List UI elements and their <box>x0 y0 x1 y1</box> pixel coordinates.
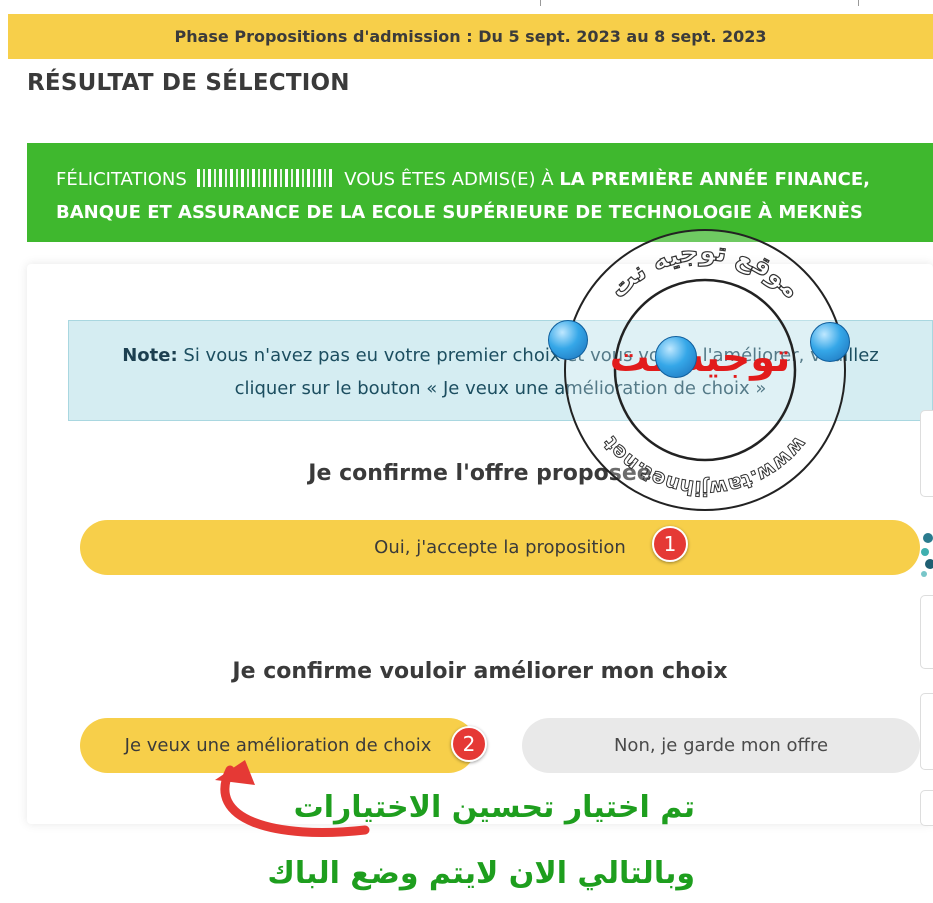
step-badge-1: 1 <box>652 526 688 562</box>
keep-offer-button[interactable]: Non, je garde mon offre <box>522 718 920 773</box>
improve-choice-heading: Je confirme vouloir améliorer mon choix <box>232 659 728 684</box>
side-panel-tab[interactable] <box>920 790 933 826</box>
success-middle: VOUS ÊTES ADMIS(E) À <box>344 169 554 190</box>
top-tick <box>858 0 859 6</box>
side-dots-graphic <box>921 533 933 577</box>
side-panel-tab[interactable] <box>920 693 933 770</box>
step-badge-2: 2 <box>451 726 487 762</box>
top-strip <box>0 0 933 14</box>
phase-banner: Phase Propositions d'admission : Du 5 se… <box>8 14 933 59</box>
side-panel-tab[interactable] <box>920 595 933 669</box>
watermark-globe-icon <box>548 320 588 360</box>
keep-offer-label: Non, je garde mon offre <box>613 735 829 756</box>
top-tick <box>540 0 541 6</box>
watermark-globe-icon <box>655 336 697 378</box>
side-panel-tab[interactable] <box>920 410 933 497</box>
note-label: Note: <box>122 345 178 366</box>
success-prefix: FÉLICITATIONS <box>56 169 187 190</box>
masked-student-name <box>196 169 335 187</box>
accept-proposition-label: Oui, j'accepte la proposition <box>374 537 626 558</box>
annotation-line-1: تم اختيار تحسين الاختيارات <box>293 790 695 825</box>
note-text: Si vous n'avez pas eu votre premier choi… <box>183 345 879 399</box>
success-banner: FÉLICITATIONS VOUS ÊTES ADMIS(E) À LA PR… <box>27 143 933 242</box>
accept-proposition-button[interactable]: Oui, j'accepte la proposition <box>80 520 920 575</box>
annotation-line-2: وبالتالي الان لايتم وضع الباك <box>267 856 695 891</box>
phase-banner-text: Phase Propositions d'admission : Du 5 se… <box>174 27 767 46</box>
watermark-globe-icon <box>810 322 850 362</box>
note-box: Note: Si vous n'avez pas eu votre premie… <box>68 320 933 421</box>
confirm-offer-heading: Je confirme l'offre proposée <box>308 461 652 486</box>
page-title: RÉSULTAT DE SÉLECTION <box>27 70 350 96</box>
